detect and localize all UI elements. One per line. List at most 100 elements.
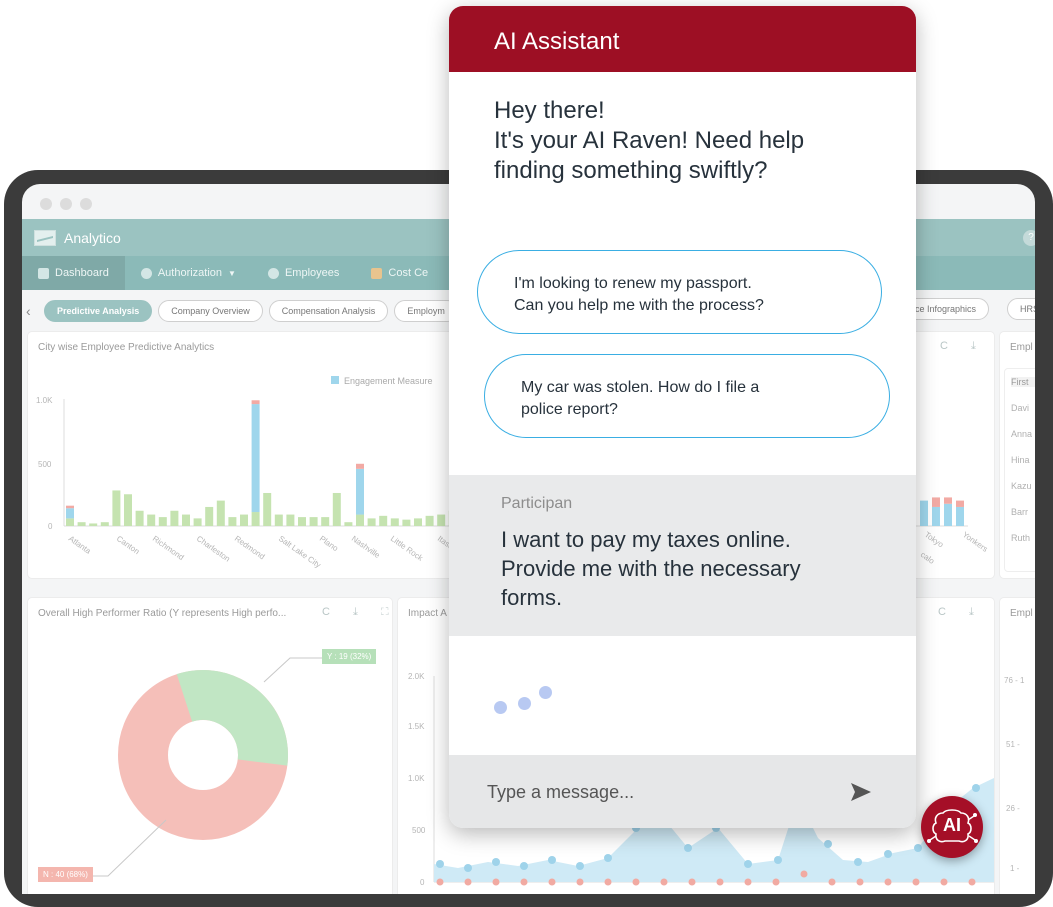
chevron-left-icon[interactable]: ‹ <box>26 303 38 319</box>
greeting-line: finding something swiftly? <box>494 157 768 184</box>
suggestion-passport-button[interactable]: I'm looking to renew my passport. Can yo… <box>477 250 882 334</box>
nav-label: Authorization <box>157 267 223 279</box>
employee-list-card: Empl First Davi Anna Hina Kazu Barr Ruth <box>1000 332 1035 578</box>
bar-segment <box>170 510 179 526</box>
table-row[interactable]: Anna <box>1011 429 1032 439</box>
typing-dot <box>539 686 552 699</box>
ai-assistant-panel: AI Assistant Hey there! It's your AI Rav… <box>449 6 916 828</box>
window-dot[interactable] <box>40 198 52 210</box>
send-icon[interactable] <box>849 781 873 803</box>
bar-segment <box>932 506 940 526</box>
bar-segment <box>240 514 248 526</box>
nav-item-employees[interactable]: Employees <box>252 256 355 290</box>
typing-dot <box>494 701 507 714</box>
greeting-line: Hey there! <box>494 97 605 124</box>
nav-item-dashboard[interactable]: Dashboard <box>22 256 125 290</box>
stage: Analytico ? Dashboard Authorization ▼ Em… <box>0 0 1053 907</box>
card-title: Empl <box>1010 342 1033 353</box>
suggestion-police-report-button[interactable]: My car was stolen. How do I file a polic… <box>484 354 890 438</box>
bar-segment <box>216 500 225 526</box>
employee-table: First Davi Anna Hina Kazu Barr Ruth <box>1004 368 1035 572</box>
bar-segment <box>944 497 952 504</box>
y-tick: 26 - <box>1006 804 1020 813</box>
bar-segment <box>402 519 411 526</box>
bar-segment <box>956 500 964 507</box>
donut-chart <box>88 657 334 877</box>
table-header: First <box>1011 377 1035 387</box>
bar-segment <box>251 404 260 513</box>
tab-company-overview[interactable]: Company Overview <box>158 300 263 322</box>
help-icon[interactable]: ? <box>1023 230 1035 246</box>
window-dot[interactable] <box>60 198 72 210</box>
bar-segment <box>158 517 167 526</box>
nav-item-authorization[interactable]: Authorization ▼ <box>125 256 252 290</box>
bar-segment <box>100 522 109 526</box>
bar-segment <box>124 494 132 526</box>
nav-item-cost-center[interactable]: Cost Ce <box>355 256 444 290</box>
bar-segment <box>356 463 364 469</box>
bar-segment <box>274 514 283 526</box>
typing-dot <box>518 697 531 710</box>
bar-segment <box>228 517 237 526</box>
greeting-line: It's your AI Raven! Need help <box>494 127 805 154</box>
y-tick: 51 - <box>1006 740 1020 749</box>
bar-segment <box>437 514 446 526</box>
bar-segment <box>414 518 422 526</box>
bar-segment <box>263 492 272 526</box>
tab-compensation-analysis[interactable]: Compensation Analysis <box>268 300 389 322</box>
suggestion-line: I'm looking to renew my passport. <box>514 275 752 292</box>
nav-label: Cost Ce <box>388 267 429 279</box>
tab-predictive-analysis[interactable]: Predictive Analysis <box>44 300 153 322</box>
bar-segment <box>286 514 295 526</box>
bar-segment <box>66 508 74 519</box>
bar-segment <box>920 500 928 526</box>
message-text: I want to pay my taxes online. Provide m… <box>501 525 916 612</box>
bar-segment <box>298 517 306 526</box>
bar-segment <box>182 514 190 526</box>
bar-segment <box>356 468 364 515</box>
user-message: Participan I want to pay my taxes online… <box>449 475 916 636</box>
suggestion-line: My car was stolen. How do I file a <box>521 379 760 396</box>
bar-segment <box>379 515 388 526</box>
bar-segment <box>251 400 260 405</box>
bar-segment <box>356 514 364 526</box>
bar-segment <box>147 514 156 526</box>
table-row[interactable]: Ruth <box>1011 533 1030 543</box>
bar-segment <box>321 517 330 526</box>
tab-hrs[interactable]: HRS <box>1007 298 1035 320</box>
table-row[interactable]: Davi <box>1011 403 1029 413</box>
bar-segment <box>390 518 399 526</box>
dashboard-icon <box>38 267 49 279</box>
bar-segment <box>77 522 86 526</box>
donut-label-y: Y : 19 (32%) <box>322 649 377 664</box>
ai-launcher-button[interactable]: AI <box>921 796 983 858</box>
table-row[interactable]: Hina <box>1011 455 1030 465</box>
y-tick: 1 - <box>1010 864 1020 873</box>
bar-segment <box>135 510 144 526</box>
bar-segment <box>956 506 964 526</box>
app-name: Analytico <box>64 229 121 246</box>
suggestion-line: Can you help me with the process? <box>514 297 764 314</box>
high-performer-card: Overall High Performer Ratio (Y represen… <box>28 598 392 894</box>
window-controls <box>40 198 92 210</box>
card-title: Empl <box>1010 608 1033 619</box>
bar-segment <box>425 515 434 526</box>
message-line: forms. <box>501 585 563 610</box>
bar-segment <box>309 517 318 526</box>
message-line: I want to pay my taxes online. <box>501 527 791 552</box>
y-tick: 76 - 1 <box>1004 676 1025 685</box>
bar-segment <box>944 503 952 526</box>
bar-segment <box>367 518 376 526</box>
gift-icon <box>371 267 383 279</box>
bar-segment <box>344 522 353 526</box>
chevron-down-icon: ▼ <box>228 268 236 278</box>
bar-segment <box>112 490 121 526</box>
suggestion-line: police report? <box>521 401 618 418</box>
message-composer <box>449 755 916 828</box>
message-input[interactable] <box>487 779 827 805</box>
table-row[interactable]: Barr <box>1011 507 1028 517</box>
bar-segment <box>251 512 260 526</box>
table-row[interactable]: Kazu <box>1011 481 1032 491</box>
window-dot[interactable] <box>80 198 92 210</box>
assistant-greeting: Hey there! It's your AI Raven! Need help… <box>449 72 916 186</box>
